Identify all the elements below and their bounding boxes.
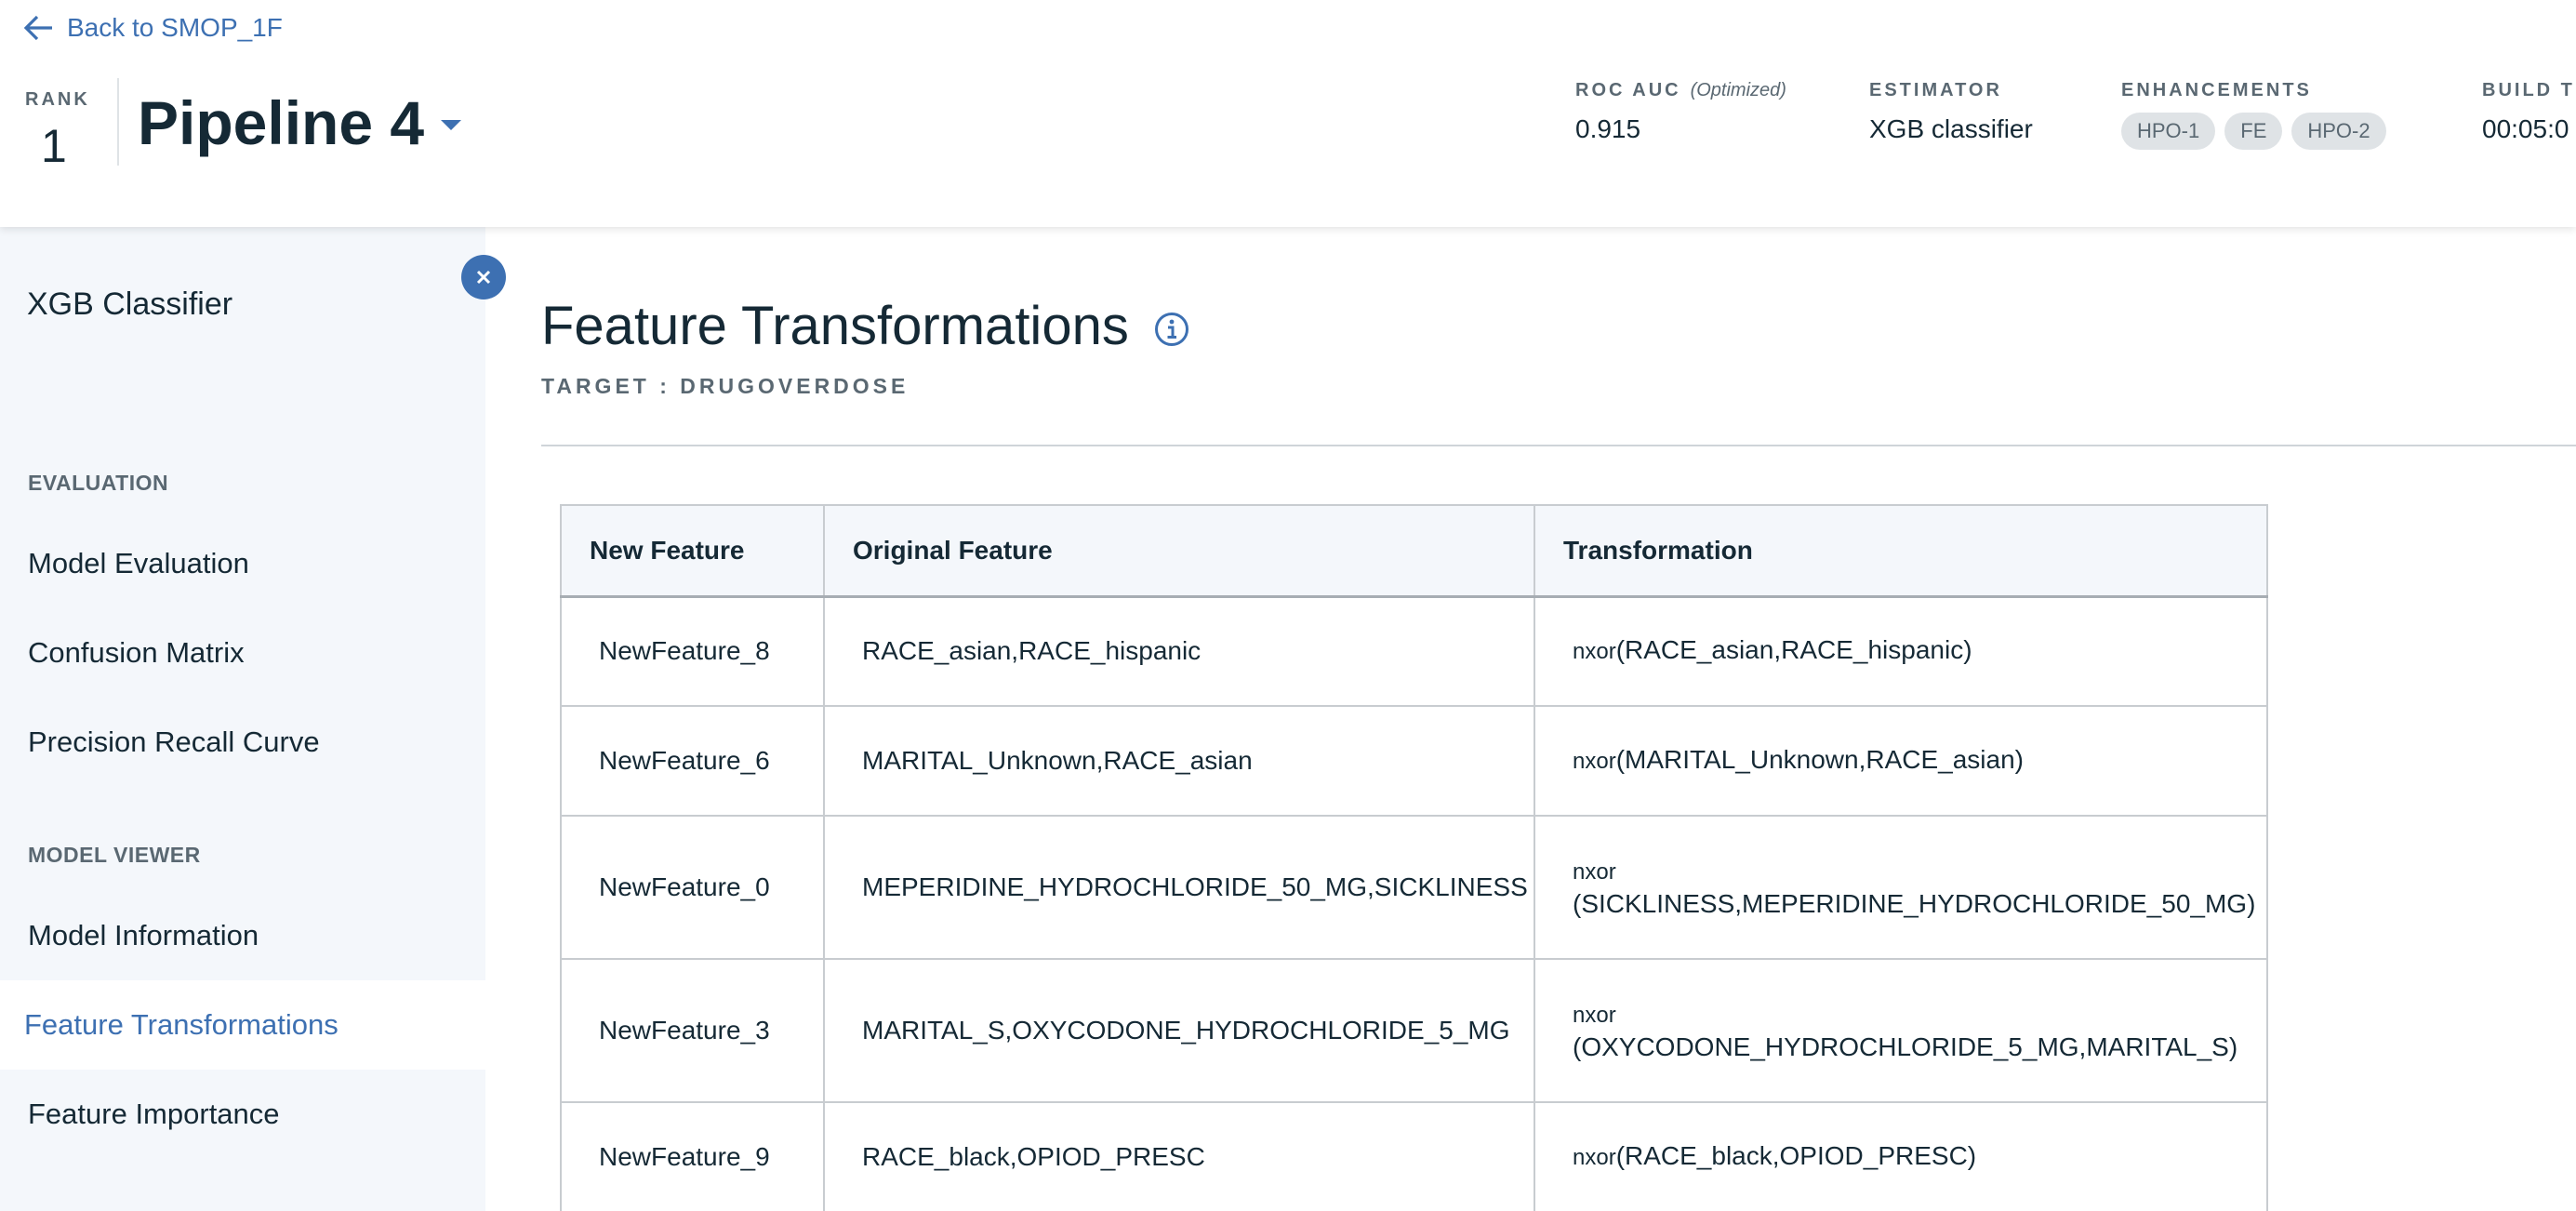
- enhancement-tags: HPO-1 FE HPO-2: [2121, 113, 2386, 150]
- roc-auc-metric: ROC AUC (Optimized) 0.915: [1575, 80, 1786, 144]
- rank-divider: [117, 78, 119, 166]
- new-feature-cell: NewFeature_0: [560, 815, 825, 960]
- transform-function: nxor: [1573, 749, 1616, 774]
- section-label-model-viewer: MODEL VIEWER: [28, 843, 201, 867]
- roc-auc-label-text: ROC AUC: [1575, 80, 1681, 100]
- sidebar-item-model-information[interactable]: Model Information: [0, 891, 485, 980]
- roc-auc-note: (Optimized): [1690, 80, 1786, 100]
- sidebar-item-precision-recall-curve[interactable]: Precision Recall Curve: [0, 698, 485, 787]
- transformation-cell: nxor (OXYCODONE_HYDROCHLORIDE_5_MG,MARITA…: [1534, 958, 2268, 1103]
- back-link[interactable]: Back to SMOP_1F: [22, 9, 283, 47]
- sidebar-item-model-evaluation[interactable]: Model Evaluation: [0, 519, 485, 608]
- table-header-row: New Feature Original Feature Transformat…: [560, 504, 2268, 598]
- table-row: NewFeature_8 RACE_asian,RACE_hispanic nx…: [560, 595, 2268, 707]
- original-feature-cell: MARITAL_Unknown,RACE_asian: [823, 705, 1535, 817]
- transform-args: (SICKLINESS,MEPERIDINE_HYDROCHLORIDE_50_…: [1573, 889, 2256, 918]
- original-feature-cell: RACE_black,OPIOD_PRESC: [823, 1101, 1535, 1211]
- section-label-evaluation: EVALUATION: [28, 471, 169, 495]
- enhancement-tag: FE: [2224, 113, 2283, 150]
- pipeline-header: Back to SMOP_1F RANK 1 Pipeline 4 ROC AU…: [0, 0, 2576, 227]
- sidebar-item-confusion-matrix[interactable]: Confusion Matrix: [0, 608, 485, 698]
- enhancement-tag: HPO-1: [2121, 113, 2216, 150]
- transform-function: nxor: [1573, 639, 1616, 665]
- rank-value: 1: [41, 120, 67, 172]
- new-feature-cell: NewFeature_8: [560, 595, 825, 707]
- transform-function: nxor: [1573, 1003, 1616, 1028]
- page-title: Feature Transformations: [541, 294, 1190, 359]
- roc-auc-label: ROC AUC (Optimized): [1575, 80, 1786, 101]
- caret-down-icon: [441, 119, 462, 130]
- column-header-transformation: Transformation: [1534, 504, 2268, 598]
- table-row: NewFeature_3 MARITAL_S,OXYCODONE_HYDROCH…: [560, 958, 2268, 1103]
- estimator-label: ESTIMATOR: [1869, 80, 2002, 100]
- page: Back to SMOP_1F RANK 1 Pipeline 4 ROC AU…: [0, 0, 2576, 1211]
- build-time-value: 00:05:0: [2482, 114, 2569, 143]
- transformation-cell: nxor(RACE_asian,RACE_hispanic): [1534, 595, 2268, 707]
- arrow-left-icon: [23, 15, 52, 41]
- enhancements-metric: ENHANCEMENTS HPO-1 FE HPO-2: [2121, 80, 2386, 150]
- transform-function: nxor: [1573, 1145, 1616, 1170]
- column-header-original-feature: Original Feature: [823, 504, 1535, 598]
- new-feature-cell: NewFeature_9: [560, 1101, 825, 1211]
- transform-args: (OXYCODONE_HYDROCHLORIDE_5_MG,MARITAL_S): [1573, 1032, 2238, 1061]
- pipeline-selector[interactable]: Pipeline 4: [138, 87, 462, 158]
- rank-label: RANK: [25, 89, 90, 110]
- new-feature-cell: NewFeature_6: [560, 705, 825, 817]
- transform-function: nxor: [1573, 859, 1616, 885]
- info-icon[interactable]: [1153, 311, 1190, 348]
- close-icon: [476, 270, 491, 285]
- original-feature-cell: MEPERIDINE_HYDROCHLORIDE_50_MG,SICKLINES…: [823, 815, 1535, 960]
- new-feature-cell: NewFeature_3: [560, 958, 825, 1103]
- sidebar-title: XGB Classifier: [27, 286, 233, 322]
- table-row: NewFeature_9 RACE_black,OPIOD_PRESC nxor…: [560, 1101, 2268, 1211]
- divider: [541, 445, 2576, 446]
- transformation-cell: nxor(MARITAL_Unknown,RACE_asian): [1534, 705, 2268, 817]
- table-row: NewFeature_0 MEPERIDINE_HYDROCHLORIDE_50…: [560, 815, 2268, 960]
- enhancements-label: ENHANCEMENTS: [2121, 80, 2312, 100]
- sidebar-item-feature-importance[interactable]: Feature Importance: [0, 1070, 485, 1159]
- original-feature-cell: RACE_asian,RACE_hispanic: [823, 595, 1535, 707]
- transform-args: (MARITAL_Unknown,RACE_asian): [1615, 745, 2024, 774]
- column-header-new-feature: New Feature: [560, 504, 825, 598]
- pipeline-name: Pipeline 4: [138, 88, 425, 157]
- build-time-metric: BUILD T 00:05:0: [2482, 80, 2575, 144]
- roc-auc-value: 0.915: [1575, 114, 1641, 143]
- sidebar-item-feature-transformations[interactable]: Feature Transformations: [0, 980, 485, 1070]
- estimator-metric: ESTIMATOR XGB classifier: [1869, 80, 2033, 144]
- build-time-label: BUILD T: [2482, 80, 2575, 100]
- table-row: NewFeature_6 MARITAL_Unknown,RACE_asian …: [560, 705, 2268, 817]
- feature-transformations-table: New Feature Original Feature Transformat…: [560, 504, 2268, 1211]
- transform-args: (RACE_asian,RACE_hispanic): [1615, 635, 1972, 665]
- close-sidebar-button[interactable]: [461, 255, 506, 299]
- estimator-value: XGB classifier: [1869, 114, 2033, 143]
- enhancement-tag: HPO-2: [2291, 113, 2386, 150]
- transformation-cell: nxor (SICKLINESS,MEPERIDINE_HYDROCHLORIDE…: [1534, 815, 2268, 960]
- back-link-label: Back to SMOP_1F: [67, 13, 283, 42]
- transform-args: (RACE_black,OPIOD_PRESC): [1615, 1141, 1977, 1170]
- page-title-text: Feature Transformations: [541, 296, 1129, 356]
- original-feature-cell: MARITAL_S,OXYCODONE_HYDROCHLORIDE_5_MG: [823, 958, 1535, 1103]
- transformation-cell: nxor(RACE_black,OPIOD_PRESC): [1534, 1101, 2268, 1211]
- target-label: TARGET : DRUGOVERDOSE: [541, 374, 910, 398]
- sidebar: XGB Classifier EVALUATION Model Evaluati…: [0, 227, 485, 1211]
